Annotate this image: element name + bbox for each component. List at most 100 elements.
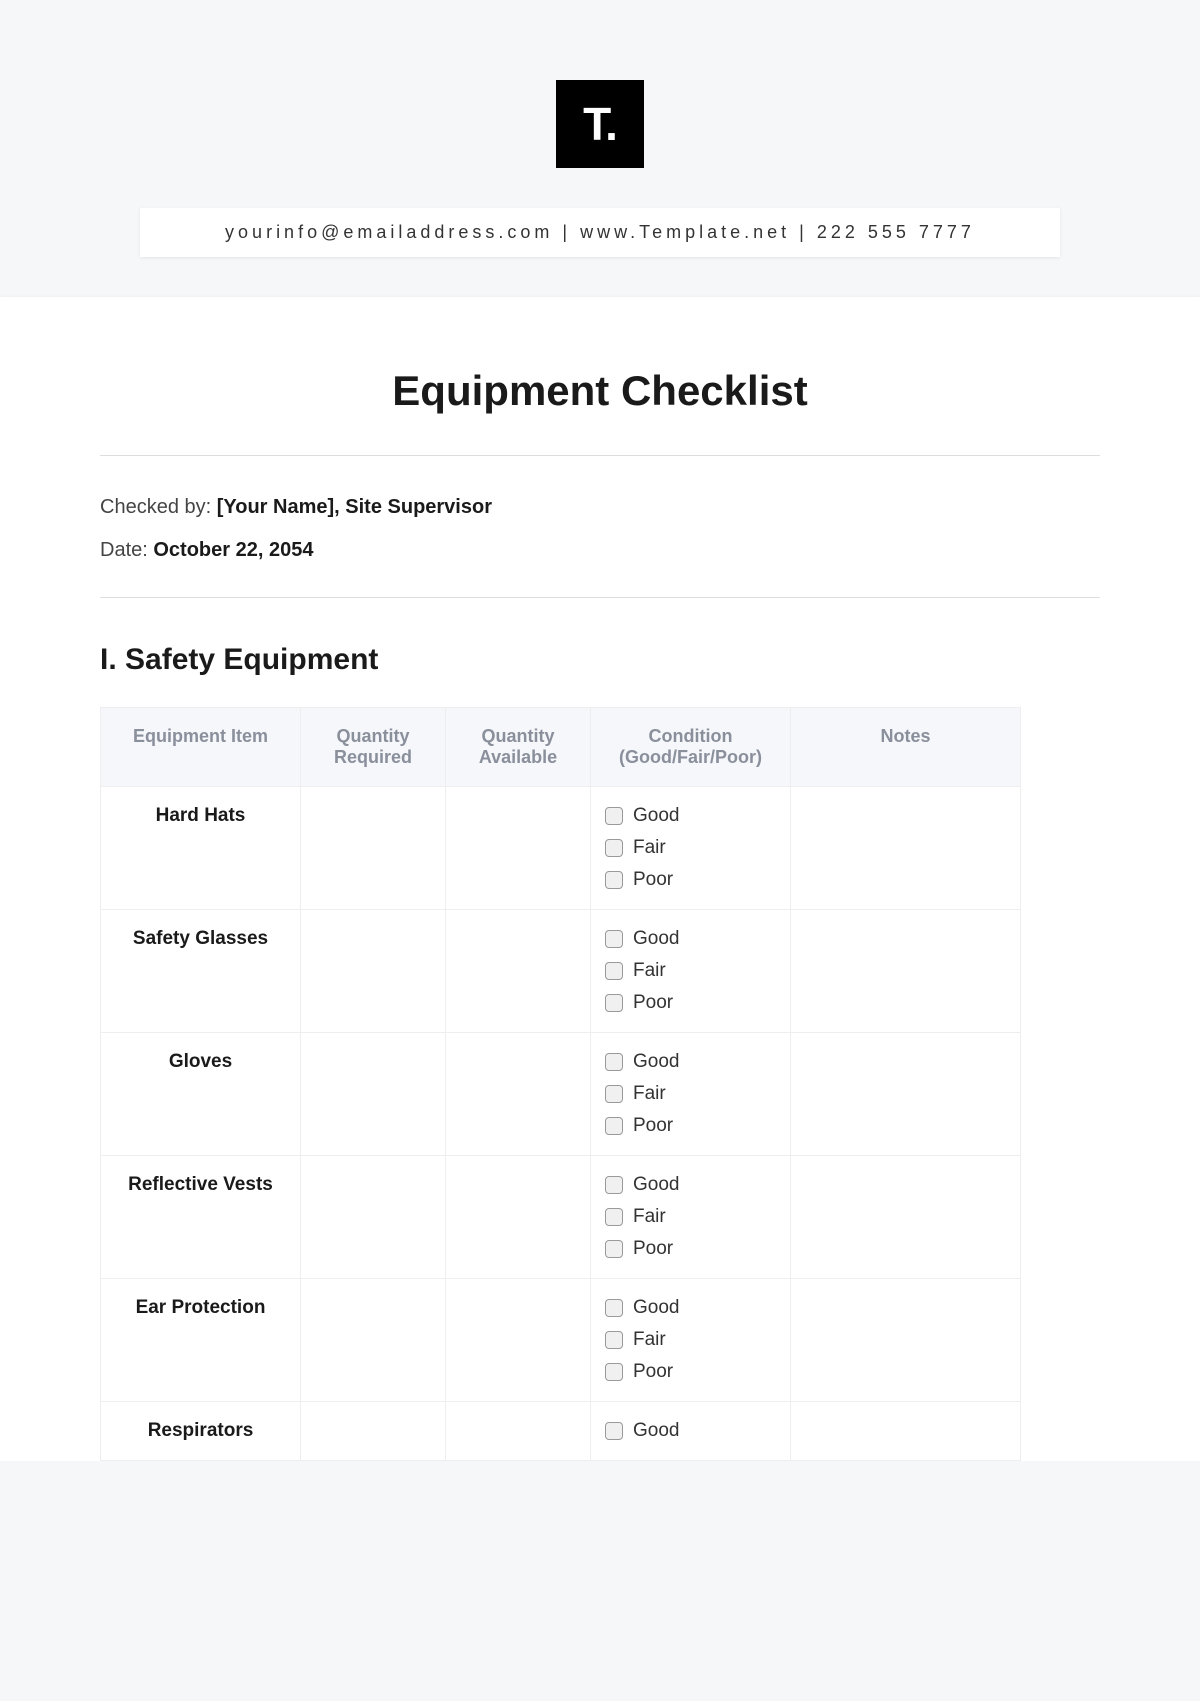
condition-option-poor: Poor <box>605 1115 776 1137</box>
condition-label: Poor <box>633 1238 673 1260</box>
condition-label: Good <box>633 1297 679 1319</box>
condition-option-fair: Fair <box>605 837 776 859</box>
table-header-row: Equipment Item Quantity Required Quantit… <box>101 708 1021 787</box>
condition-label: Fair <box>633 960 666 982</box>
table-row: Respirators Good <box>101 1402 1021 1461</box>
checkbox-icon[interactable] <box>605 930 623 948</box>
quantity-required-cell[interactable] <box>301 1156 446 1279</box>
quantity-required-cell[interactable] <box>301 910 446 1033</box>
header-area: T. yourinfo@emailaddress.com | www.Templ… <box>0 0 1200 297</box>
meta-divider <box>100 597 1100 598</box>
condition-label: Poor <box>633 869 673 891</box>
contact-info-bar: yourinfo@emailaddress.com | www.Template… <box>140 208 1060 257</box>
condition-label: Poor <box>633 992 673 1014</box>
condition-option-poor: Poor <box>605 869 776 891</box>
checkbox-icon[interactable] <box>605 1331 623 1349</box>
condition-option-poor: Poor <box>605 1238 776 1260</box>
condition-option-good: Good <box>605 1051 776 1073</box>
condition-option-good: Good <box>605 1297 776 1319</box>
page-title: Equipment Checklist <box>100 367 1100 415</box>
condition-cell: Good <box>591 1402 791 1461</box>
checkbox-icon[interactable] <box>605 1085 623 1103</box>
quantity-available-cell[interactable] <box>446 1156 591 1279</box>
checkbox-icon[interactable] <box>605 1240 623 1258</box>
condition-option-fair: Fair <box>605 1206 776 1228</box>
table-row: Ear Protection Good Fair Poor <box>101 1279 1021 1402</box>
equipment-item-name: Safety Glasses <box>101 910 301 1033</box>
notes-cell[interactable] <box>791 1279 1021 1402</box>
condition-cell: Good Fair Poor <box>591 1279 791 1402</box>
condition-label: Good <box>633 805 679 827</box>
checkbox-icon[interactable] <box>605 1363 623 1381</box>
quantity-required-cell[interactable] <box>301 787 446 910</box>
quantity-available-cell[interactable] <box>446 1033 591 1156</box>
document-body: Equipment Checklist Checked by: [Your Na… <box>0 297 1200 1461</box>
checkbox-icon[interactable] <box>605 1176 623 1194</box>
checkbox-icon[interactable] <box>605 1422 623 1440</box>
table-row: Gloves Good Fair Poor <box>101 1033 1021 1156</box>
equipment-table: Equipment Item Quantity Required Quantit… <box>100 707 1021 1461</box>
equipment-item-name: Hard Hats <box>101 787 301 910</box>
table-row: Safety Glasses Good Fair Poor <box>101 910 1021 1033</box>
checkbox-icon[interactable] <box>605 807 623 825</box>
notes-cell[interactable] <box>791 1156 1021 1279</box>
quantity-required-cell[interactable] <box>301 1402 446 1461</box>
checkbox-icon[interactable] <box>605 962 623 980</box>
condition-label: Good <box>633 1174 679 1196</box>
header-notes: Notes <box>791 708 1021 787</box>
header-condition: Condition (Good/Fair/Poor) <box>591 708 791 787</box>
checkbox-icon[interactable] <box>605 839 623 857</box>
date-line: Date: October 22, 2054 <box>100 539 1100 562</box>
condition-label: Poor <box>633 1115 673 1137</box>
notes-cell[interactable] <box>791 1033 1021 1156</box>
condition-option-poor: Poor <box>605 992 776 1014</box>
checkbox-icon[interactable] <box>605 1208 623 1226</box>
checkbox-icon[interactable] <box>605 1053 623 1071</box>
condition-option-good: Good <box>605 1174 776 1196</box>
equipment-item-name: Gloves <box>101 1033 301 1156</box>
condition-cell: Good Fair Poor <box>591 787 791 910</box>
notes-cell[interactable] <box>791 910 1021 1033</box>
quantity-available-cell[interactable] <box>446 910 591 1033</box>
brand-logo-text: T. <box>583 97 617 151</box>
condition-option-poor: Poor <box>605 1361 776 1383</box>
header-quantity-available: Quantity Available <box>446 708 591 787</box>
condition-label: Fair <box>633 1329 666 1351</box>
condition-option-good: Good <box>605 1420 776 1442</box>
checkbox-icon[interactable] <box>605 994 623 1012</box>
condition-label: Good <box>633 1051 679 1073</box>
equipment-item-name: Respirators <box>101 1402 301 1461</box>
notes-cell[interactable] <box>791 1402 1021 1461</box>
condition-label: Fair <box>633 1083 666 1105</box>
condition-option-good: Good <box>605 805 776 827</box>
quantity-available-cell[interactable] <box>446 1402 591 1461</box>
condition-label: Poor <box>633 1361 673 1383</box>
header-equipment-item: Equipment Item <box>101 708 301 787</box>
checkbox-icon[interactable] <box>605 1117 623 1135</box>
condition-cell: Good Fair Poor <box>591 910 791 1033</box>
condition-option-fair: Fair <box>605 1083 776 1105</box>
condition-option-good: Good <box>605 928 776 950</box>
checked-by-value: [Your Name], Site Supervisor <box>217 496 492 518</box>
condition-label: Good <box>633 928 679 950</box>
checked-by-line: Checked by: [Your Name], Site Supervisor <box>100 496 1100 519</box>
quantity-required-cell[interactable] <box>301 1033 446 1156</box>
quantity-available-cell[interactable] <box>446 787 591 910</box>
quantity-available-cell[interactable] <box>446 1279 591 1402</box>
header-quantity-required: Quantity Required <box>301 708 446 787</box>
condition-option-fair: Fair <box>605 960 776 982</box>
notes-cell[interactable] <box>791 787 1021 910</box>
condition-cell: Good Fair Poor <box>591 1156 791 1279</box>
checkbox-icon[interactable] <box>605 871 623 889</box>
table-row: Hard Hats Good Fair Poor <box>101 787 1021 910</box>
date-value: October 22, 2054 <box>153 539 313 561</box>
condition-label: Fair <box>633 1206 666 1228</box>
condition-option-fair: Fair <box>605 1329 776 1351</box>
section-heading: I. Safety Equipment <box>100 643 1100 677</box>
table-row: Reflective VestsGoodFairPoor <box>101 1156 1021 1279</box>
quantity-required-cell[interactable] <box>301 1279 446 1402</box>
brand-logo: T. <box>556 80 644 168</box>
checkbox-icon[interactable] <box>605 1299 623 1317</box>
date-label: Date: <box>100 539 153 561</box>
equipment-item-name: Ear Protection <box>101 1279 301 1402</box>
